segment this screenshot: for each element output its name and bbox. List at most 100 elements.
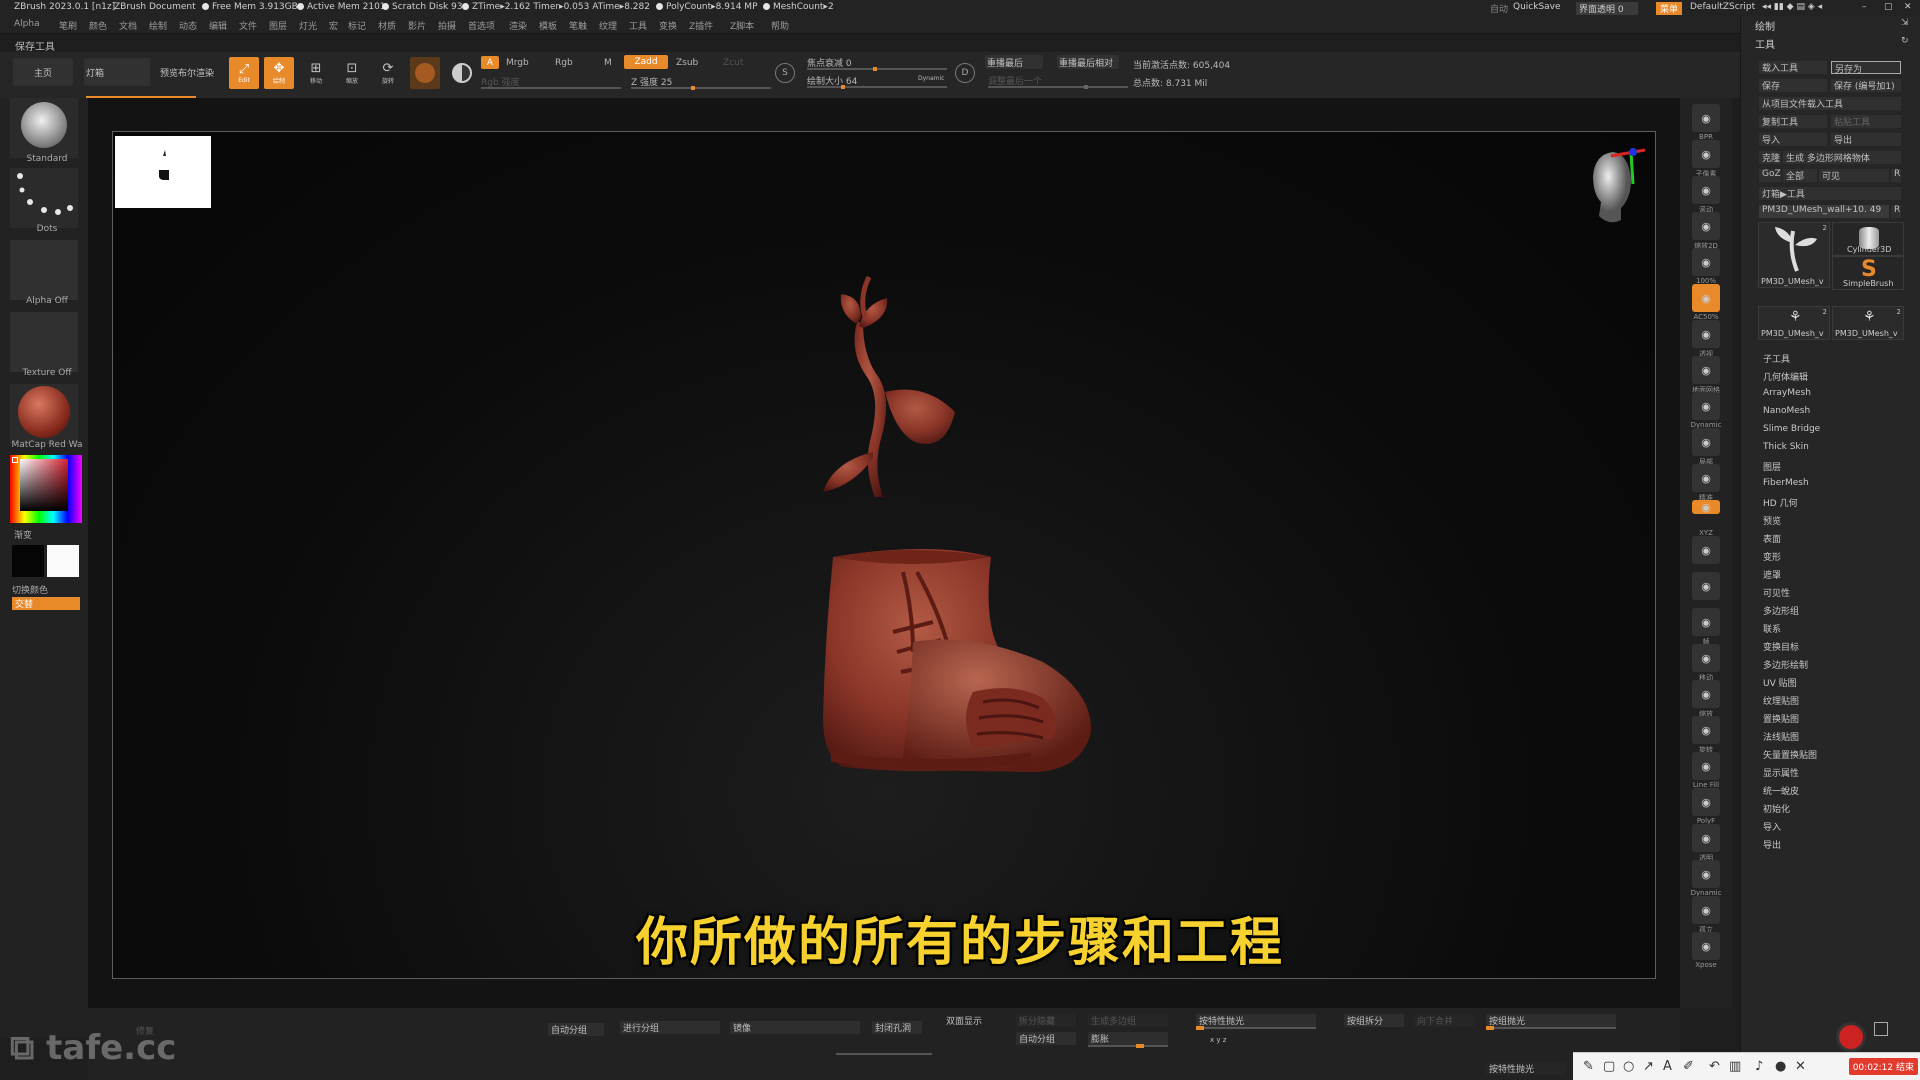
microphone-icon[interactable]: ●: [1775, 1059, 1786, 1074]
texture-thumbnail[interactable]: [10, 312, 78, 372]
close-icon[interactable]: ✕: [1904, 2, 1912, 12]
tool-thumb-cylinder[interactable]: Cylinder3D: [1832, 222, 1904, 256]
clone-button[interactable]: 克隆: [1759, 151, 1781, 164]
menu-item[interactable]: 图层: [269, 19, 287, 32]
menu-item[interactable]: 标记: [348, 19, 366, 32]
adjust-last-slider[interactable]: [988, 85, 1128, 89]
arrow-icon[interactable]: ↗: [1643, 1059, 1654, 1074]
shelf-button[interactable]: ◉: [1692, 896, 1720, 924]
menu-item[interactable]: 笔触: [569, 19, 587, 32]
tool-section-header[interactable]: 变换目标: [1763, 640, 1799, 653]
layout-icons[interactable]: ◂◂ ▮▮ ◆ ▤ ◈ ◂: [1762, 2, 1822, 12]
menu-item[interactable]: 文档: [119, 19, 137, 32]
copy-tool-button[interactable]: 复制工具: [1759, 115, 1827, 128]
transparency-slider[interactable]: 界面透明 0: [1576, 2, 1638, 15]
draw-palette-header[interactable]: 绘制: [1755, 18, 1775, 33]
shelf-button[interactable]: ◉: [1692, 500, 1720, 514]
stroke-thumbnail[interactable]: [10, 168, 78, 228]
shelf-resize-handle[interactable]: [836, 1053, 932, 1055]
tool-thumb-pm3d-2[interactable]: ⚘ PM3D_UMesh_v 2: [1758, 306, 1830, 340]
auto-group-button[interactable]: 自动分组: [548, 1023, 604, 1036]
tool-section-header[interactable]: 多边形组: [1763, 604, 1799, 617]
shelf-button[interactable]: ◉: [1692, 464, 1720, 492]
uv-group-button[interactable]: 进行分组: [620, 1021, 720, 1034]
shelf-button[interactable]: ◉: [1692, 788, 1720, 816]
auto-group2-button[interactable]: 自动分组: [1016, 1032, 1076, 1045]
rectangle-icon[interactable]: ▢: [1603, 1059, 1615, 1074]
menu-item[interactable]: 动态: [179, 19, 197, 32]
shelf-button[interactable]: ◉: [1692, 824, 1720, 852]
shelf-button[interactable]: ◉: [1692, 104, 1720, 132]
alternate-button[interactable]: 交替: [12, 597, 80, 610]
menu-item[interactable]: 渲染: [509, 19, 527, 32]
menu-item[interactable]: 变换: [659, 19, 677, 32]
focal-shift-slider[interactable]: [807, 67, 947, 71]
dynamic-toggle[interactable]: Dynamic: [918, 75, 944, 82]
shelf-button[interactable]: ◉: [1692, 644, 1720, 672]
polish-by-features-slider[interactable]: 按特性抛光: [1196, 1014, 1316, 1027]
script-name[interactable]: DefaultZScript: [1690, 2, 1755, 12]
shelf-button[interactable]: ◉: [1692, 860, 1720, 888]
shading-button[interactable]: [447, 57, 477, 89]
menu-button[interactable]: 菜单: [1656, 2, 1683, 15]
tool-section-header[interactable]: 子工具: [1763, 352, 1790, 365]
alpha-thumbnail[interactable]: [10, 240, 78, 300]
tool-section-header[interactable]: 多边形绘制: [1763, 658, 1808, 671]
paste-tool-button[interactable]: 粘贴工具: [1831, 115, 1901, 128]
goz-all-button[interactable]: 全部: [1783, 169, 1817, 182]
tool-section-header[interactable]: HD 几何: [1763, 496, 1798, 509]
menu-item[interactable]: 帮助: [771, 19, 789, 32]
a-button[interactable]: A: [481, 56, 499, 69]
menu-item[interactable]: 模板: [539, 19, 557, 32]
replay-last-button[interactable]: 重播最后: [985, 55, 1043, 69]
tool-section-header[interactable]: 初始化: [1763, 802, 1790, 815]
current-tool-slider[interactable]: PM3D_UMesh_wall+10. 49: [1759, 205, 1889, 218]
color-square[interactable]: [20, 459, 68, 511]
tool-section-header[interactable]: 联系: [1763, 622, 1781, 635]
shelf-button[interactable]: ◉: [1692, 428, 1720, 456]
tool-section-header[interactable]: ArrayMesh: [1763, 388, 1811, 398]
goz-visible-button[interactable]: 可见: [1819, 169, 1889, 182]
tool-section-header[interactable]: NanoMesh: [1763, 406, 1810, 416]
home-button[interactable]: 主页: [13, 58, 73, 86]
menu-item[interactable]: Z插件: [689, 19, 713, 32]
shelf-button[interactable]: ◉: [1692, 392, 1720, 420]
inflate-slider[interactable]: 膨胀: [1088, 1032, 1168, 1045]
load-from-project-button[interactable]: 从项目文件载入工具: [1759, 97, 1901, 110]
draw-button[interactable]: ✥ 绘制: [264, 57, 294, 89]
shelf-button[interactable]: ◉: [1692, 932, 1720, 960]
tool-section-header[interactable]: 导入: [1763, 820, 1781, 833]
pen-icon[interactable]: ✎: [1583, 1059, 1594, 1074]
tool-section-header[interactable]: 置换贴图: [1763, 712, 1799, 725]
menu-item[interactable]: 绘制: [149, 19, 167, 32]
replay-last-rel-button[interactable]: 重播最后相对: [1057, 55, 1119, 69]
tool-section-header[interactable]: FiberMesh: [1763, 478, 1809, 488]
menu-item[interactable]: 宏: [329, 19, 338, 32]
tool-section-header[interactable]: 预览: [1763, 514, 1781, 527]
maximize-icon[interactable]: ▢: [1884, 2, 1893, 12]
shelf-button[interactable]: ◉: [1692, 608, 1720, 636]
save-as-button[interactable]: 另存为: [1831, 61, 1901, 74]
layout-toggle-icon[interactable]: [1874, 1022, 1888, 1036]
polish-by-features2[interactable]: 按特性抛光: [1486, 1062, 1566, 1075]
shelf-button[interactable]: ◉: [1692, 536, 1720, 564]
tool-section-header[interactable]: Slime Bridge: [1763, 424, 1820, 434]
material-sphere-button[interactable]: [410, 57, 440, 89]
brush-thumbnail[interactable]: [10, 98, 78, 158]
tool-section-header[interactable]: 表面: [1763, 532, 1781, 545]
z-intensity-slider[interactable]: [631, 86, 771, 90]
document-canvas[interactable]: [112, 131, 1656, 979]
gen-polygroups-button[interactable]: 生成多边组: [1088, 1014, 1168, 1027]
preview-bpr-button[interactable]: 预览布尔渲染: [153, 58, 221, 86]
material-thumbnail[interactable]: [10, 384, 78, 444]
secondary-color-swatch[interactable]: [12, 545, 44, 577]
replay-icon[interactable]: D: [955, 63, 975, 83]
shelf-button[interactable]: ◉: [1692, 572, 1720, 600]
close-holes-button[interactable]: 封闭孔洞: [872, 1021, 922, 1034]
primary-color-swatch[interactable]: [47, 545, 79, 577]
xyz-toggle[interactable]: x y z: [1210, 1036, 1226, 1044]
save-button[interactable]: 保存: [1759, 79, 1827, 92]
menu-item[interactable]: 文件: [239, 19, 257, 32]
double-side-toggle[interactable]: 双面显示: [946, 1014, 982, 1027]
menu-item[interactable]: 灯光: [299, 19, 317, 32]
